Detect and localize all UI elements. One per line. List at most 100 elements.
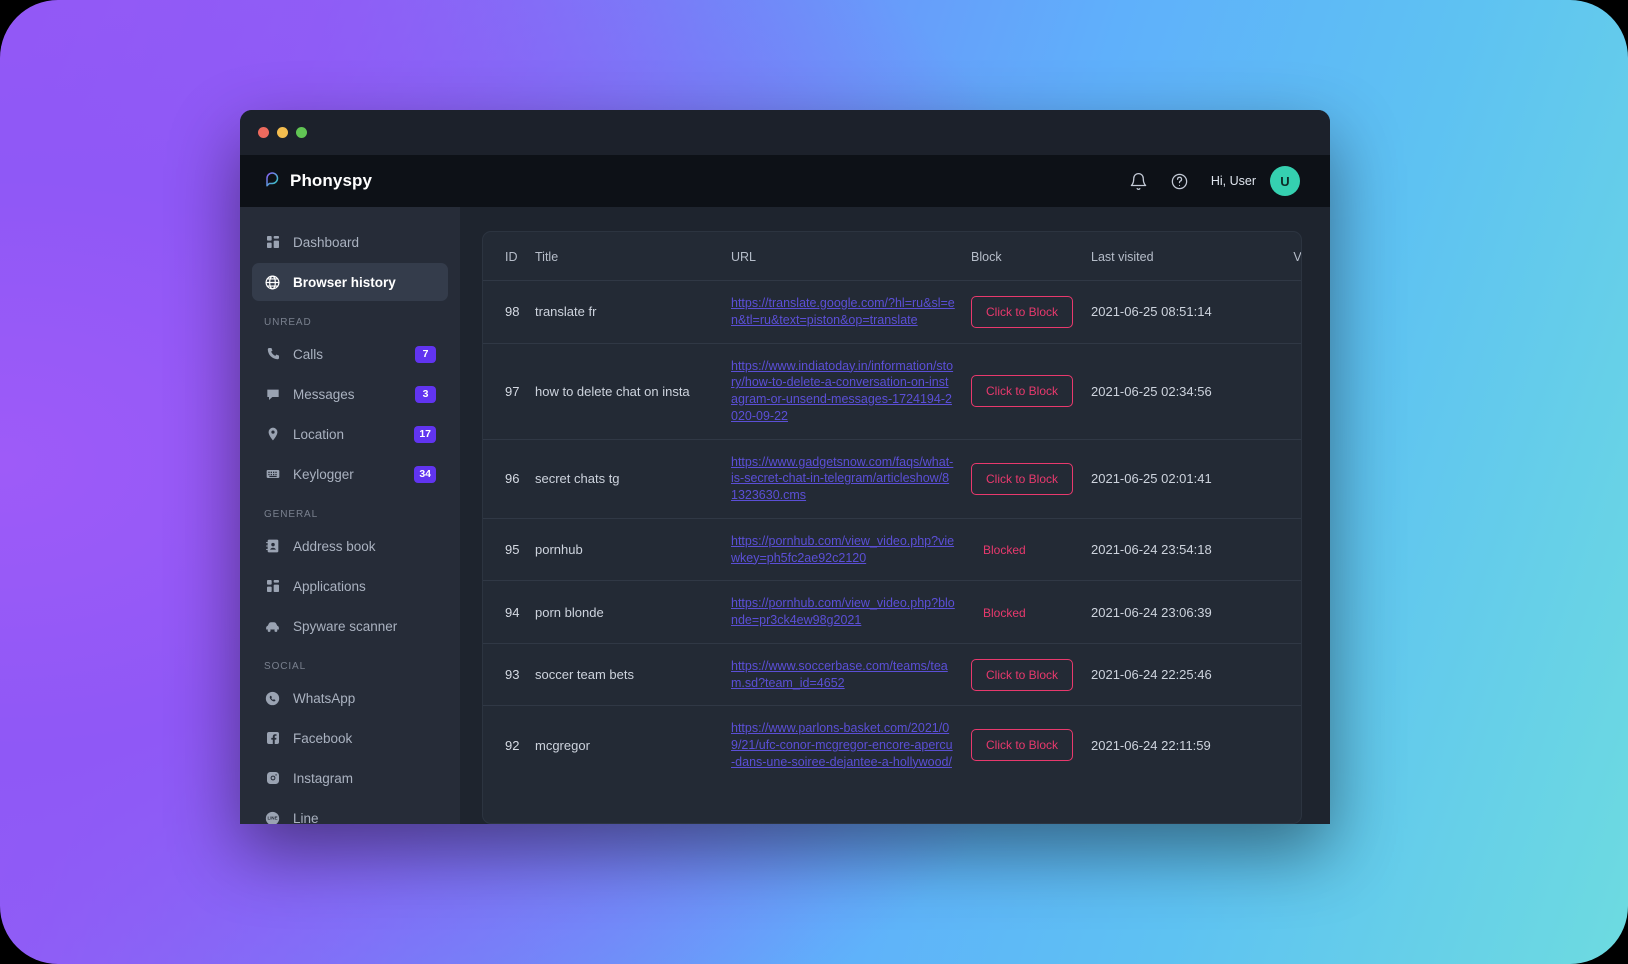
cell-url: https://pornhub.com/view_video.php?viewk…	[731, 518, 971, 581]
click-to-block-button[interactable]: Click to Block	[971, 296, 1073, 328]
cell-visits: 1	[1281, 343, 1302, 439]
cell-visits: 2	[1281, 581, 1302, 644]
sidebar-item-messages[interactable]: Messages 3	[252, 375, 448, 413]
sidebar-item-facebook[interactable]: Facebook	[252, 719, 448, 757]
screenshot-root: Phonyspy Hi, User U	[0, 0, 1628, 964]
sidebar-item-label: Location	[293, 427, 402, 442]
sidebar-item-label: Browser history	[293, 275, 436, 290]
phone-icon	[264, 346, 281, 363]
cell-url: https://www.indiatoday.in/information/st…	[731, 343, 971, 439]
sidebar-section-title: SOCIAL	[252, 647, 448, 679]
sidebar-item-address-book[interactable]: Address book	[252, 527, 448, 565]
sidebar-item-label: Applications	[293, 579, 436, 594]
cell-visits: 1	[1281, 706, 1302, 785]
cell-url: https://translate.google.com/?hl=ru&sl=e…	[731, 281, 971, 344]
cell-block: Blocked	[971, 581, 1091, 644]
click-to-block-button[interactable]: Click to Block	[971, 659, 1073, 691]
cell-last-visited: 2021-06-24 22:25:46	[1091, 643, 1281, 706]
table-row: 95pornhubhttps://pornhub.com/view_video.…	[483, 518, 1302, 581]
cell-last-visited: 2021-06-24 23:06:39	[1091, 581, 1281, 644]
url-link[interactable]: https://www.soccerbase.com/teams/team.sd…	[731, 658, 955, 692]
grid-icon	[264, 234, 281, 251]
close-window-button[interactable]	[258, 127, 269, 138]
app-body: DashboardBrowser historyUNREADCalls7Mess…	[240, 207, 1330, 824]
speech-bubble-p-icon	[264, 170, 282, 193]
cell-url: https://www.gadgetsnow.com/faqs/what-is-…	[731, 439, 971, 518]
sidebar-item-line[interactable]: LINE Line	[252, 799, 448, 824]
zoom-window-button[interactable]	[296, 127, 307, 138]
whatsapp-icon	[264, 690, 281, 707]
sidebar-item-whatsapp[interactable]: WhatsApp	[252, 679, 448, 717]
sidebar-item-instagram[interactable]: Instagram	[252, 759, 448, 797]
sidebar-item-dashboard[interactable]: Dashboard	[252, 223, 448, 261]
sidebar-item-calls[interactable]: Calls7	[252, 335, 448, 373]
spy-car-icon	[264, 618, 281, 635]
cell-title: translate fr	[535, 281, 731, 344]
click-to-block-button[interactable]: Click to Block	[971, 463, 1073, 495]
minimize-window-button[interactable]	[277, 127, 288, 138]
click-to-block-button[interactable]: Click to Block	[971, 375, 1073, 407]
cell-title: porn blonde	[535, 581, 731, 644]
cell-last-visited: 2021-06-24 22:11:59	[1091, 706, 1281, 785]
cell-title: how to delete chat on insta	[535, 343, 731, 439]
sidebar-item-label: Keylogger	[293, 467, 402, 482]
table-body: 98translate frhttps://translate.google.c…	[483, 281, 1302, 785]
keyboard-icon	[264, 466, 281, 483]
cell-visits: 8	[1281, 518, 1302, 581]
sidebar-item-badge: 17	[414, 426, 436, 443]
contact-card-icon	[264, 538, 281, 555]
sidebar-item-keylogger[interactable]: Keylogger34	[252, 455, 448, 493]
click-to-block-button[interactable]: Click to Block	[971, 729, 1073, 761]
sidebar-item-label: Dashboard	[293, 235, 436, 250]
cell-title: soccer team bets	[535, 643, 731, 706]
globe-icon	[264, 274, 281, 291]
cell-id: 98	[483, 281, 535, 344]
cell-last-visited: 2021-06-25 08:51:14	[1091, 281, 1281, 344]
cell-id: 95	[483, 518, 535, 581]
column-header-url[interactable]: URL	[731, 232, 971, 281]
instagram-icon	[264, 770, 281, 787]
sidebar-item-browser-history[interactable]: Browser history	[252, 263, 448, 301]
cell-id: 93	[483, 643, 535, 706]
url-link[interactable]: https://pornhub.com/view_video.php?viewk…	[731, 533, 955, 567]
cell-block: Click to Block	[971, 643, 1091, 706]
url-link[interactable]: https://www.indiatoday.in/information/st…	[731, 358, 955, 425]
cell-id: 94	[483, 581, 535, 644]
sidebar-item-location[interactable]: Location 17	[252, 415, 448, 453]
url-link[interactable]: https://www.parlons-basket.com/2021/09/2…	[731, 720, 955, 770]
app-logo-text: Phonyspy	[290, 171, 372, 191]
table-header-row: ID Title URL Block Last visited Visits	[483, 232, 1302, 281]
main-content: ID Title URL Block Last visited Visits 9…	[460, 207, 1330, 824]
line-icon: LINE	[264, 810, 281, 825]
bell-icon[interactable]	[1129, 172, 1148, 191]
sidebar-item-label: Messages	[293, 387, 403, 402]
sidebar-item-label: Facebook	[293, 731, 436, 746]
column-header-block[interactable]: Block	[971, 232, 1091, 281]
sidebar-item-label: Address book	[293, 539, 436, 554]
sidebar-item-spyware-scanner[interactable]: Spyware scanner	[252, 607, 448, 645]
sidebar-item-label: Line	[293, 811, 436, 825]
pin-icon	[264, 426, 281, 443]
cell-url: https://www.soccerbase.com/teams/team.sd…	[731, 643, 971, 706]
blocked-status-badge: Blocked	[971, 543, 1026, 557]
cell-visits: 1	[1281, 643, 1302, 706]
column-header-id[interactable]: ID	[483, 232, 535, 281]
app-logo[interactable]: Phonyspy	[264, 170, 372, 193]
window-titlebar	[240, 110, 1330, 155]
url-link[interactable]: https://pornhub.com/view_video.php?blond…	[731, 595, 955, 629]
sidebar-item-badge: 3	[415, 386, 436, 403]
column-header-visits[interactable]: Visits	[1281, 232, 1302, 281]
question-circle-icon[interactable]	[1170, 172, 1189, 191]
column-header-last-visited[interactable]: Last visited	[1091, 232, 1281, 281]
chat-icon	[264, 386, 281, 403]
column-header-title[interactable]: Title	[535, 232, 731, 281]
sidebar-item-label: WhatsApp	[293, 691, 436, 706]
sidebar-item-applications[interactable]: Applications	[252, 567, 448, 605]
table-row: 92mcgregorhttps://www.parlons-basket.com…	[483, 706, 1302, 785]
table-row: 98translate frhttps://translate.google.c…	[483, 281, 1302, 344]
cell-block: Click to Block	[971, 343, 1091, 439]
avatar[interactable]: U	[1270, 166, 1300, 196]
sidebar: DashboardBrowser historyUNREADCalls7Mess…	[240, 207, 460, 824]
url-link[interactable]: https://translate.google.com/?hl=ru&sl=e…	[731, 295, 955, 329]
url-link[interactable]: https://www.gadgetsnow.com/faqs/what-is-…	[731, 454, 955, 504]
